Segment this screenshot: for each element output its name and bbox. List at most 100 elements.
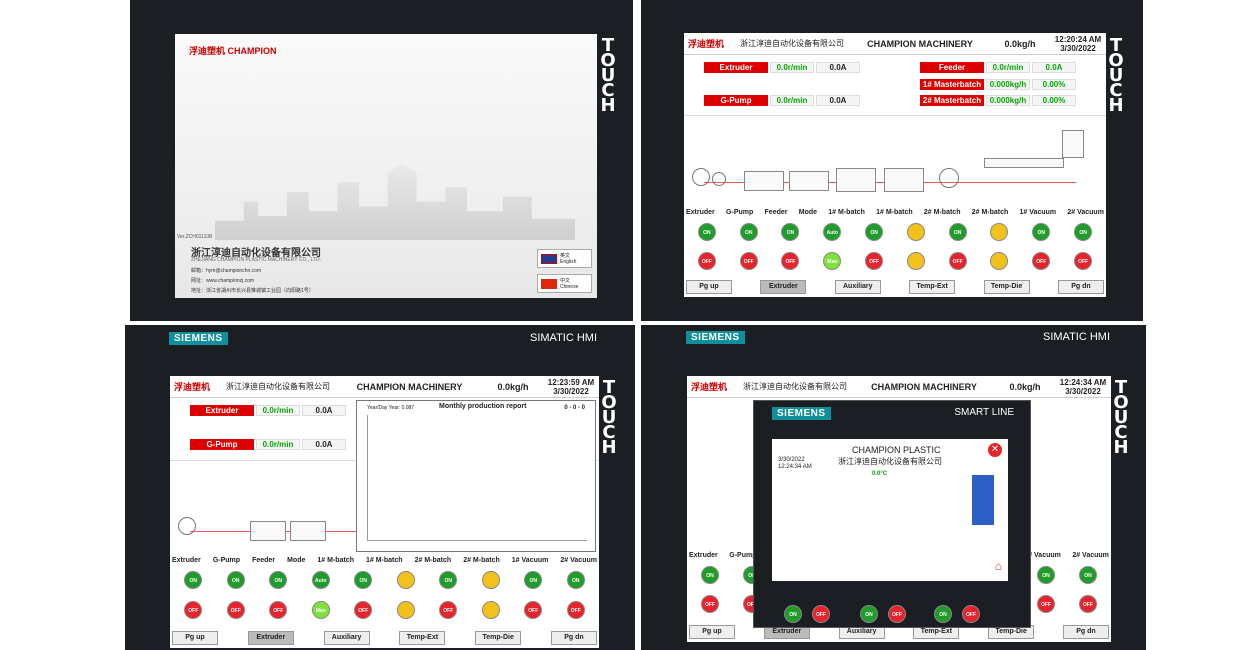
off-button[interactable]: OFF — [524, 601, 543, 619]
splash-screen: 浮迪塑机 CHAMPION Ver.ZCH01110B 浙江淳迪自动化设备有限公… — [175, 34, 597, 298]
status-label: 1# M-batch — [366, 557, 403, 564]
popup-on-button-1[interactable]: ON — [784, 605, 802, 623]
off-button[interactable] — [906, 252, 925, 270]
gpump-label[interactable]: G-Pump — [190, 439, 254, 450]
on-button[interactable]: ON — [1074, 223, 1093, 241]
off-button[interactable] — [396, 601, 415, 619]
nav-button-pg-dn[interactable]: Pg dn — [1057, 280, 1104, 294]
off-button[interactable]: Man — [311, 601, 330, 619]
popup-subtitle: 浙江淳迪自动化设备有限公司 — [838, 457, 942, 466]
extruder-label[interactable]: Extruder — [704, 62, 768, 73]
off-buttons-row: OFF OFF OFF Man OFF OFF OFF OFF — [172, 601, 597, 619]
production-report-popup[interactable]: Year/Day Year: 0.087 Monthly production … — [356, 400, 596, 552]
off-button[interactable]: Man — [823, 252, 842, 270]
off-button[interactable]: OFF — [1032, 252, 1051, 270]
nav-button-extruder[interactable]: Extruder — [247, 631, 294, 645]
popup-off-button-3[interactable]: OFF — [962, 605, 980, 623]
on-button[interactable]: Auto — [311, 571, 330, 589]
on-button[interactable] — [481, 571, 500, 589]
status-label: Feeder — [764, 209, 788, 216]
on-button[interactable] — [906, 223, 925, 241]
off-button[interactable]: OFF — [739, 252, 758, 270]
on-button[interactable]: ON — [781, 223, 800, 241]
popup-on-button-2[interactable]: ON — [860, 605, 878, 623]
address-text: 地址：浙江省湖州市长兴县雉城镇工业园（向阳路1号） — [191, 288, 314, 294]
on-buttons-row: ON ON ON Auto ON ON ON ON — [686, 223, 1104, 241]
simatic-label: SIMATIC HMI — [1043, 331, 1111, 343]
on-button[interactable]: ON — [226, 571, 245, 589]
off-button[interactable]: OFF — [781, 252, 800, 270]
report-year-label: Year/Day Year: 0.087 — [367, 405, 415, 411]
nav-button-pg-up[interactable]: Pg up — [686, 280, 732, 294]
popup-on-button-3[interactable]: ON — [934, 605, 952, 623]
english-language-button[interactable]: 英文 English — [537, 249, 592, 268]
off-button[interactable]: OFF — [697, 252, 716, 270]
nav-button-pg-dn[interactable]: Pg dn — [550, 631, 597, 645]
popup-off-button-2[interactable]: OFF — [888, 605, 906, 623]
status-label: 2# Vacuum — [1072, 552, 1109, 559]
off-button[interactable]: OFF — [566, 601, 585, 619]
nav-button-pg-up[interactable]: Pg up — [172, 631, 218, 645]
on-button[interactable]: ON — [739, 223, 758, 241]
extruder-label[interactable]: Extruder — [190, 405, 254, 416]
off-button[interactable]: OFF — [226, 601, 245, 619]
off-button[interactable]: OFF — [439, 601, 458, 619]
off-button[interactable] — [990, 252, 1009, 270]
on-button[interactable]: ON — [1037, 566, 1055, 584]
on-button[interactable]: Auto — [823, 223, 842, 241]
on-button[interactable]: ON — [865, 223, 884, 241]
popup-siemens-logo: SIEMENS — [772, 407, 831, 420]
simatic-label: SIMATIC HMI — [530, 332, 598, 344]
touch-label: TOUCH — [600, 35, 616, 116]
output-rate: 0.0kg/h — [497, 381, 529, 392]
off-button[interactable]: OFF — [948, 252, 967, 270]
off-button[interactable]: OFF — [269, 601, 288, 619]
on-button[interactable]: ON — [697, 223, 716, 241]
nav-button-temp-ext[interactable]: Temp-Ext — [399, 631, 446, 645]
home-icon[interactable]: ⌂ — [995, 559, 1002, 573]
off-button[interactable]: OFF — [184, 601, 203, 619]
nav-button-temp-die[interactable]: Temp-Die — [983, 280, 1030, 294]
off-button[interactable]: OFF — [1037, 595, 1055, 613]
gpump-label[interactable]: G-Pump — [704, 95, 768, 106]
nav-button-extruder[interactable]: Extruder — [760, 280, 807, 294]
on-button[interactable]: ON — [184, 571, 203, 589]
gpump-current: 0.0A — [302, 439, 346, 450]
smart-line-popup[interactable]: SIEMENS SMART LINE CHAMPION PLASTIC 浙江淳迪… — [753, 400, 1031, 628]
off-button[interactable]: OFF — [354, 601, 373, 619]
close-icon[interactable]: ✕ — [988, 443, 1002, 457]
on-button[interactable]: ON — [354, 571, 373, 589]
smart-line-screen: 浮迪塑机 浙江淳迪自动化设备有限公司 CHAMPION MACHINERY 0.… — [687, 376, 1111, 642]
off-button[interactable]: OFF — [701, 595, 719, 613]
chinese-language-button[interactable]: 中文 Chinese — [537, 274, 592, 293]
off-button[interactable]: OFF — [865, 252, 884, 270]
off-button[interactable]: OFF — [1079, 595, 1097, 613]
popup-off-button-1[interactable]: OFF — [812, 605, 830, 623]
off-buttons-row: OFF OFF OFF Man OFF OFF OFF OFF — [686, 252, 1104, 270]
feeder-label[interactable]: Feeder — [920, 62, 984, 73]
off-button[interactable]: OFF — [1074, 252, 1093, 270]
off-button[interactable] — [481, 601, 500, 619]
nav-button-auxiliary[interactable]: Auxiliary — [834, 280, 881, 294]
on-button[interactable]: ON — [524, 571, 543, 589]
on-button[interactable]: ON — [948, 223, 967, 241]
status-label: 1# M-batch — [317, 557, 354, 564]
on-button[interactable]: ON — [1079, 566, 1097, 584]
on-button[interactable]: ON — [701, 566, 719, 584]
on-button[interactable]: ON — [566, 571, 585, 589]
on-button[interactable] — [990, 223, 1009, 241]
nav-button-pg-dn[interactable]: Pg dn — [1062, 625, 1109, 639]
on-button[interactable]: ON — [1032, 223, 1051, 241]
nav-button-temp-die[interactable]: Temp-Die — [475, 631, 522, 645]
nav-button-auxiliary[interactable]: Auxiliary — [323, 631, 370, 645]
company-name: 浙江淳迪自动化设备有限公司 — [743, 382, 847, 391]
on-button[interactable] — [396, 571, 415, 589]
nav-button-temp-ext[interactable]: Temp-Ext — [909, 280, 956, 294]
on-button[interactable]: ON — [269, 571, 288, 589]
masterbatch1-label[interactable]: 1# Masterbatch — [920, 79, 984, 90]
status-label: Feeder — [252, 557, 276, 564]
nav-button-pg-up[interactable]: Pg up — [689, 625, 735, 639]
masterbatch2-label[interactable]: 2# Masterbatch — [920, 95, 984, 106]
hmi-panel-2: 浮迪塑机 浙江淳迪自动化设备有限公司 CHAMPION MACHINERY 0.… — [641, 0, 1143, 321]
on-button[interactable]: ON — [439, 571, 458, 589]
